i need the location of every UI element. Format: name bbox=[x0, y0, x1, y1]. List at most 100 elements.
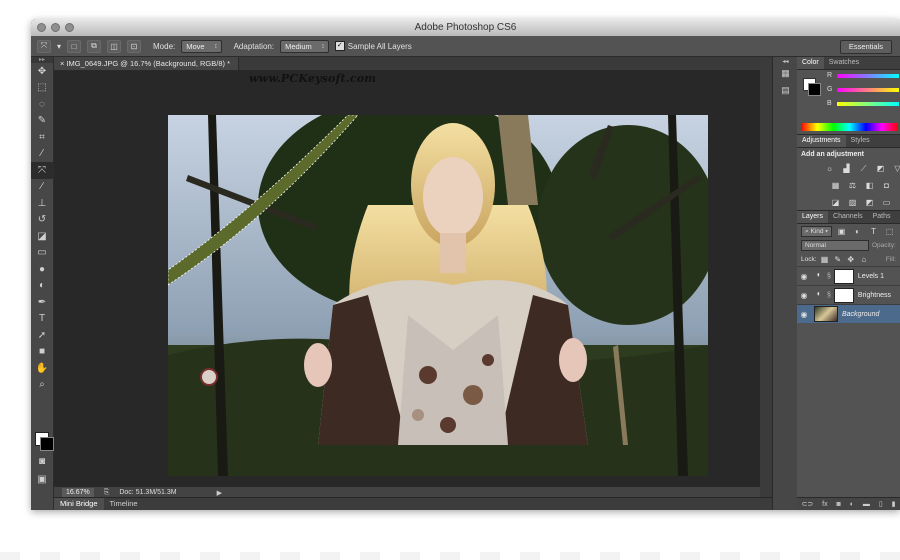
photo-filter-icon[interactable]: ◘ bbox=[880, 180, 893, 191]
type-tool-icon[interactable]: T bbox=[31, 311, 53, 328]
tab-color[interactable]: Color bbox=[797, 57, 824, 69]
posterize-icon[interactable]: ▨ bbox=[846, 197, 859, 208]
red-slider-track[interactable] bbox=[837, 73, 899, 78]
layer-row[interactable]: ◉ ◐ § Levels 1 bbox=[797, 266, 900, 285]
filter-type-icon[interactable]: T bbox=[867, 226, 880, 237]
checkbox-check-icon[interactable]: ✓ bbox=[334, 41, 345, 51]
mode-select[interactable]: Move bbox=[181, 39, 222, 53]
history-panel-icon[interactable]: ▦ bbox=[773, 65, 798, 82]
tab-adjustments[interactable]: Adjustments bbox=[797, 135, 846, 147]
quick-mask-icon[interactable]: ◙ bbox=[31, 453, 53, 470]
eraser-tool-icon[interactable]: ◪ bbox=[31, 228, 53, 245]
layer-thumbnail[interactable] bbox=[814, 306, 838, 322]
pen-tool-icon[interactable]: ✒ bbox=[31, 294, 53, 311]
filter-pixel-icon[interactable]: ▣ bbox=[835, 226, 848, 237]
tab-timeline[interactable]: Timeline bbox=[104, 498, 144, 510]
zoom-tool-icon[interactable]: ⌕ bbox=[31, 377, 53, 394]
curves-icon[interactable]: ⟋ bbox=[857, 163, 870, 174]
hue-saturation-icon[interactable]: ▦ bbox=[829, 180, 842, 191]
layer-mask-thumbnail[interactable] bbox=[833, 287, 854, 303]
kind-filter-select[interactable]: ⌕ Kind ▾ bbox=[801, 225, 833, 237]
marquee-tool-icon[interactable]: ⬚ bbox=[31, 80, 53, 97]
new-selection-icon[interactable]: □ bbox=[67, 39, 82, 53]
gradient-tool-icon[interactable]: ▭ bbox=[31, 245, 53, 262]
color-background-swatch[interactable] bbox=[808, 83, 821, 96]
tab-layers[interactable]: Layers bbox=[797, 211, 829, 223]
background-color-swatch[interactable] bbox=[40, 437, 54, 451]
add-mask-icon[interactable]: ◙ bbox=[837, 501, 841, 508]
workspace-switcher[interactable]: Essentials bbox=[839, 40, 892, 54]
new-group-icon[interactable]: ▬ bbox=[863, 501, 870, 508]
quick-selection-tool-icon[interactable]: ✎ bbox=[31, 113, 53, 130]
color-spectrum-ramp[interactable] bbox=[801, 123, 898, 131]
sample-all-layers-checkbox[interactable]: ✓ Sample All Layers bbox=[334, 41, 412, 51]
hand-tool-icon[interactable]: ✋ bbox=[31, 360, 53, 377]
color-balance-icon[interactable]: ⚖ bbox=[846, 180, 859, 191]
blend-mode-select[interactable]: Normal bbox=[801, 239, 869, 251]
tab-styles[interactable]: Styles bbox=[846, 135, 875, 147]
eyedropper-tool-icon[interactable]: ⁄ bbox=[31, 146, 53, 163]
content-aware-move-tool-icon[interactable]: ⤧ bbox=[37, 39, 51, 53]
export-icon[interactable]: ⎘ bbox=[104, 489, 110, 497]
tool-preset-chevron-icon[interactable]: ▾ bbox=[57, 42, 61, 51]
green-slider-track[interactable] bbox=[837, 87, 899, 92]
link-layers-icon[interactable]: ⊂⊃ bbox=[801, 500, 813, 508]
lock-transparent-icon[interactable]: ▦ bbox=[820, 254, 830, 265]
lasso-tool-icon[interactable]: ◌ bbox=[31, 96, 53, 113]
crop-tool-icon[interactable]: ⌗ bbox=[31, 129, 53, 146]
move-tool-icon[interactable]: ✥ bbox=[31, 63, 53, 80]
mask-link-icon[interactable]: § bbox=[827, 273, 831, 280]
dodge-tool-icon[interactable]: ◐ bbox=[31, 278, 53, 295]
brush-tool-icon[interactable]: ∕ bbox=[31, 179, 53, 196]
dock-collapse-icon[interactable]: ◂◂ bbox=[773, 57, 798, 65]
blue-slider-track[interactable] bbox=[837, 101, 899, 106]
layer-row[interactable]: ◉ ◐ § Brightness bbox=[797, 285, 900, 304]
screen-mode-icon[interactable]: ▣ bbox=[31, 471, 53, 488]
filter-adjustment-icon[interactable]: ◐ bbox=[851, 226, 864, 237]
visibility-eye-icon[interactable]: ◉ bbox=[797, 310, 811, 319]
tab-swatches[interactable]: Swatches bbox=[824, 57, 864, 69]
red-slider-row[interactable]: R bbox=[827, 72, 899, 79]
clone-stamp-tool-icon[interactable]: ⊥ bbox=[31, 195, 53, 212]
layer-mask-thumbnail[interactable] bbox=[833, 268, 854, 284]
tab-channels[interactable]: Channels bbox=[828, 211, 868, 223]
blur-tool-icon[interactable]: ● bbox=[31, 261, 53, 278]
green-slider-row[interactable]: G bbox=[827, 86, 899, 93]
vibrance-icon[interactable]: ▽ bbox=[891, 163, 900, 174]
black-white-icon[interactable]: ◧ bbox=[863, 180, 876, 191]
lock-position-icon[interactable]: ✥ bbox=[846, 254, 856, 265]
tab-mini-bridge[interactable]: Mini Bridge bbox=[54, 498, 104, 510]
blue-slider-row[interactable]: B bbox=[827, 100, 899, 107]
intersect-selection-icon[interactable]: ⊡ bbox=[127, 39, 142, 53]
gradient-map-icon[interactable]: ▭ bbox=[880, 197, 893, 208]
threshold-icon[interactable]: ◩ bbox=[863, 197, 876, 208]
history-brush-tool-icon[interactable]: ↺ bbox=[31, 212, 53, 229]
levels-icon[interactable]: ▟ bbox=[840, 163, 853, 174]
lock-image-icon[interactable]: ✎ bbox=[833, 254, 843, 265]
add-selection-icon[interactable]: ⧉ bbox=[87, 39, 102, 53]
visibility-eye-icon[interactable]: ◉ bbox=[797, 291, 811, 300]
lock-all-icon[interactable]: ⌂ bbox=[859, 254, 869, 265]
adaptation-select[interactable]: Medium bbox=[280, 39, 329, 53]
exposure-icon[interactable]: ◩ bbox=[874, 163, 887, 174]
content-aware-move-tool-icon[interactable]: ⤧ bbox=[31, 162, 53, 179]
document-tab[interactable]: × IMG_0649.JPG @ 16.7% (Background, RGB/… bbox=[54, 57, 239, 71]
brightness-contrast-icon[interactable]: ☼ bbox=[823, 163, 836, 174]
mask-link-icon[interactable]: § bbox=[827, 292, 831, 299]
layer-row-selected[interactable]: ◉ Background bbox=[797, 304, 900, 323]
subtract-selection-icon[interactable]: ◫ bbox=[107, 39, 122, 53]
status-menu-arrow-icon[interactable]: ▶ bbox=[217, 489, 222, 497]
path-selection-tool-icon[interactable]: ➚ bbox=[31, 327, 53, 344]
visibility-eye-icon[interactable]: ◉ bbox=[797, 272, 811, 281]
tab-paths[interactable]: Paths bbox=[868, 211, 896, 223]
shape-tool-icon[interactable]: ■ bbox=[31, 344, 53, 361]
new-layer-icon[interactable]: ▯ bbox=[879, 500, 883, 508]
new-adjustment-icon[interactable]: ◐ bbox=[850, 501, 854, 508]
filter-shape-icon[interactable]: ⬚ bbox=[883, 226, 896, 237]
zoom-level[interactable]: 16.67% bbox=[62, 488, 94, 497]
canvas-photo[interactable] bbox=[168, 115, 708, 476]
layer-style-icon[interactable]: fx bbox=[822, 501, 827, 508]
invert-icon[interactable]: ◪ bbox=[829, 197, 842, 208]
delete-layer-icon[interactable]: ▮ bbox=[892, 500, 896, 508]
properties-panel-icon[interactable]: ▤ bbox=[773, 82, 798, 99]
